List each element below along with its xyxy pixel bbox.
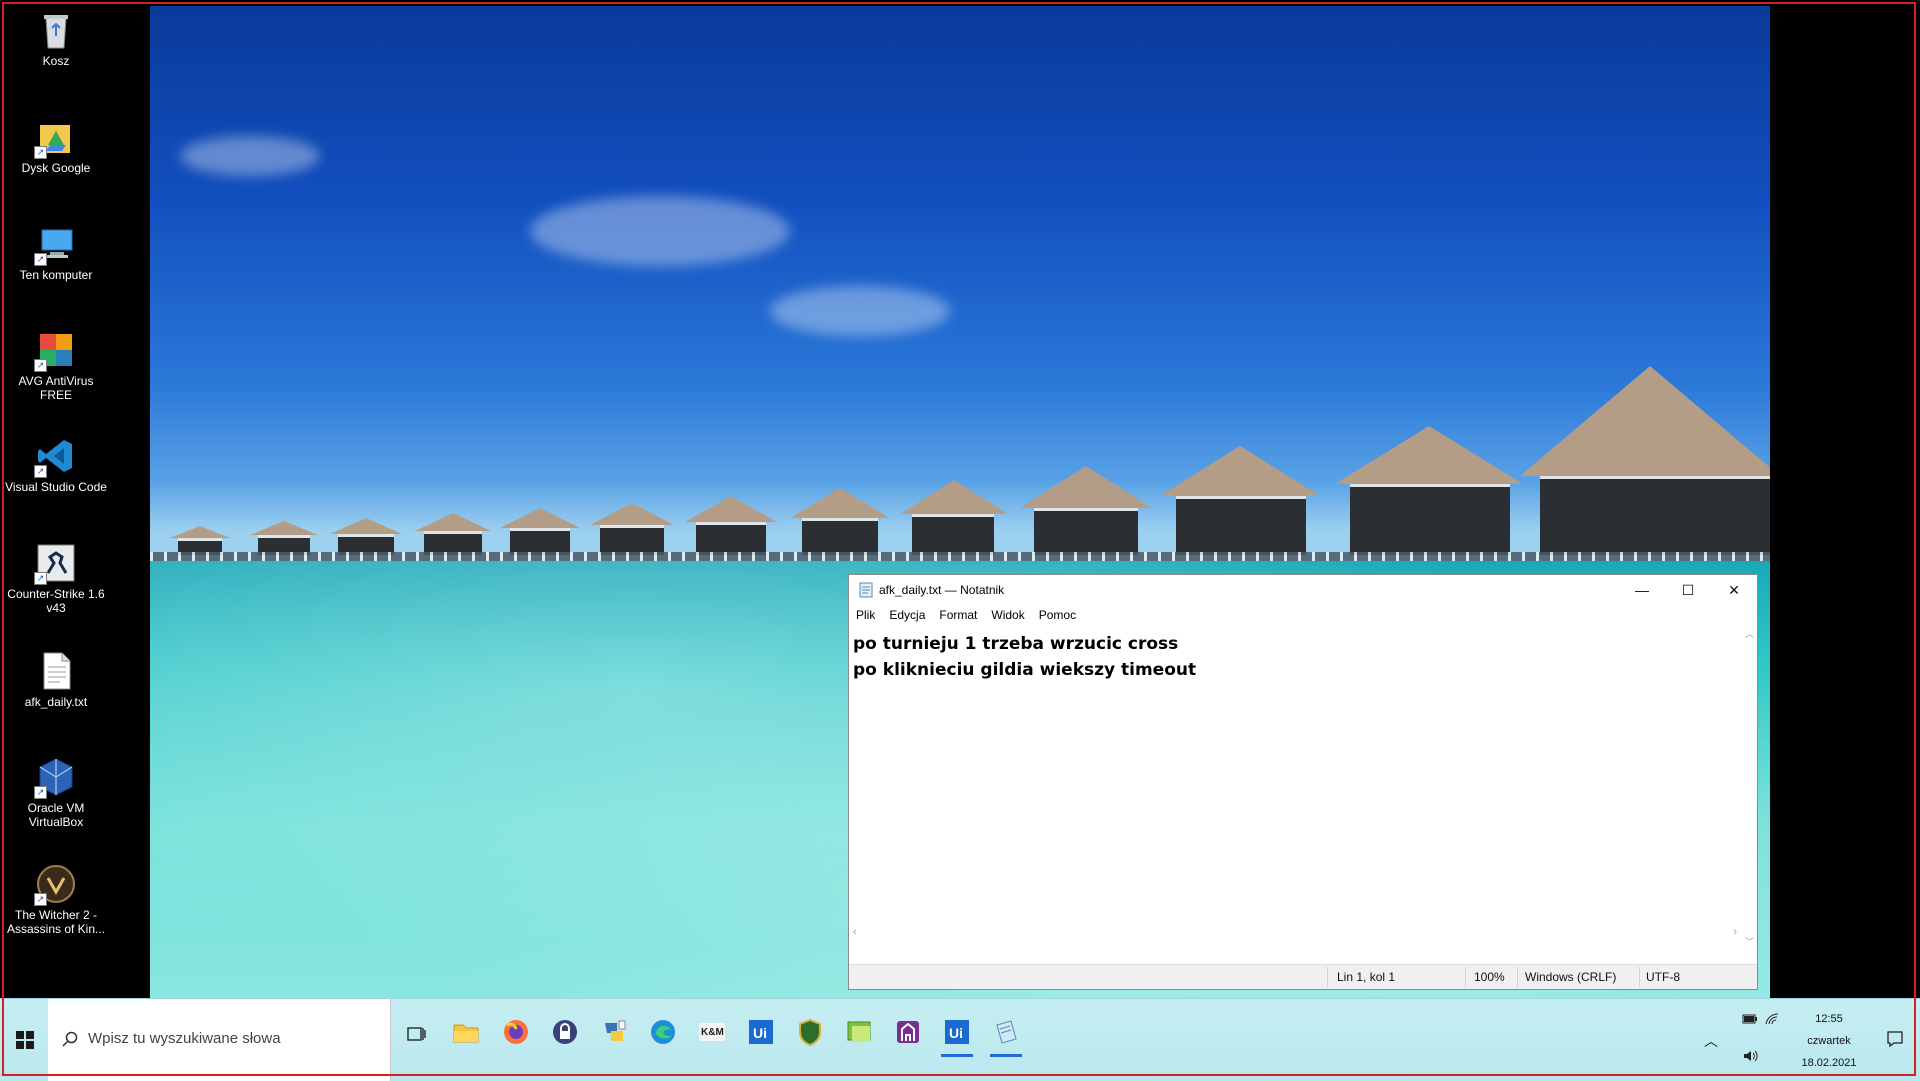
vscode-icon: ↗ — [34, 436, 76, 478]
search-box[interactable]: Wpisz tu wyszukiwane słowa — [48, 999, 391, 1081]
menu-file[interactable]: Plik — [849, 605, 882, 622]
menu-bar: Plik Edycja Format Widok Pomoc — [849, 605, 1757, 625]
taskbar-shield-game[interactable] — [792, 1017, 828, 1053]
desktop: Kosz ↗ Dysk Google ↗ Ten komputer ↗ AVG … — [0, 0, 1920, 1081]
encoding: UTF-8 — [1646, 970, 1680, 984]
edge-icon — [651, 1020, 675, 1044]
battery-icon[interactable] — [1742, 1013, 1758, 1025]
avg-antivirus-icon: ↗ — [34, 330, 76, 372]
text-line: po kliknieciu gildia wiekszy timeout — [853, 660, 1197, 680]
taskbar-edge[interactable] — [645, 1017, 681, 1053]
witcher-icon: ↗ — [34, 864, 76, 906]
menu-edit[interactable]: Edycja — [882, 605, 932, 622]
text-line: po turnieju 1 trzeba wrzucic cross — [853, 634, 1179, 654]
python-icon — [605, 1020, 626, 1041]
app-icon — [897, 1021, 919, 1043]
clock-day[interactable]: czwartek — [1794, 1035, 1864, 1047]
uipath-studio-icon: Ui — [945, 1020, 969, 1044]
taskbar-uipath[interactable]: Ui — [743, 1017, 779, 1053]
menu-help[interactable]: Pomoc — [1032, 605, 1083, 622]
desktop-icon-afk-daily[interactable]: afk_daily.txt — [4, 651, 108, 709]
counter-strike-icon: ↗ — [34, 543, 76, 585]
window-title: afk_daily.txt — Notatnik — [879, 583, 1005, 597]
desktop-icon-label: Kosz — [42, 54, 70, 68]
svg-text:Ui: Ui — [753, 1025, 767, 1041]
text-file-icon — [36, 651, 76, 691]
desktop-icon-label: afk_daily.txt — [24, 695, 88, 709]
text-editor[interactable]: po turnieju 1 trzeba wrzucic cross po kl… — [849, 625, 1741, 925]
line-ending: Windows (CRLF) — [1525, 970, 1617, 984]
wifi-icon[interactable] — [1764, 1012, 1780, 1026]
vertical-scrollbar[interactable]: ︿ ﹀ — [1741, 625, 1757, 950]
google-drive-icon: ↗ — [34, 117, 76, 159]
scroll-left-icon[interactable]: ‹ — [853, 926, 857, 938]
lock-app-icon — [553, 1020, 577, 1044]
desktop-icon-label: The Witcher 2 - Assassins of Kin... — [6, 908, 106, 936]
taskbar-kam[interactable]: K&M — [694, 1017, 730, 1053]
cursor-position: Lin 1, kol 1 — [1337, 970, 1396, 984]
virtualbox-icon: ↗ — [34, 757, 76, 799]
windows-logo-icon — [16, 1031, 34, 1049]
desktop-icon-label: Ten komputer — [19, 268, 93, 282]
title-bar[interactable]: afk_daily.txt — Notatnik — ☐ ✕ — [849, 575, 1757, 605]
taskbar: Wpisz tu wyszukiwane słowa K&M Ui Ui ︿ 1… — [0, 998, 1920, 1081]
kam-icon: K&M — [699, 1023, 725, 1041]
desktop-icon-google-drive[interactable]: ↗ Dysk Google — [4, 117, 108, 175]
recycle-bin-icon — [36, 10, 76, 50]
taskbar-notepad[interactable] — [988, 1017, 1024, 1057]
menu-format[interactable]: Format — [932, 605, 984, 622]
desktop-icon-avg[interactable]: ↗ AVG AntiVirus FREE — [4, 330, 108, 402]
desktop-icon-label: AVG AntiVirus FREE — [18, 374, 94, 402]
chevron-up-icon[interactable]: ︿ — [1704, 1031, 1718, 1051]
desktop-icon-label: Counter-Strike 1.6 v43 — [7, 587, 105, 615]
scroll-down-icon[interactable]: ﹀ — [1745, 935, 1754, 948]
taskbar-firefox[interactable] — [498, 1017, 534, 1053]
uipath-icon: Ui — [749, 1020, 773, 1044]
zoom-level: 100% — [1474, 970, 1505, 984]
desktop-icon-counter-strike[interactable]: ↗ Counter-Strike 1.6 v43 — [4, 543, 108, 615]
maximize-button[interactable]: ☐ — [1665, 575, 1711, 605]
system-tray: ︿ 12:55 czwartek 18.02.2021 — [1680, 999, 1920, 1081]
taskbar-lock-app[interactable] — [547, 1017, 583, 1053]
shield-game-icon — [799, 1018, 821, 1047]
firefox-icon — [504, 1020, 528, 1044]
task-view-icon — [407, 1027, 426, 1041]
search-icon — [62, 1031, 78, 1047]
desktop-icon-vscode[interactable]: ↗ Visual Studio Code — [4, 436, 108, 494]
taskbar-image-viewer[interactable] — [841, 1017, 877, 1053]
task-view-button[interactable] — [398, 1023, 434, 1059]
search-placeholder: Wpisz tu wyszukiwane słowa — [88, 1030, 281, 1047]
notepad-app-icon — [859, 582, 873, 603]
image-viewer-icon — [847, 1021, 871, 1042]
svg-text:Ui: Ui — [949, 1025, 963, 1041]
volume-icon[interactable] — [1742, 1049, 1758, 1063]
status-bar: Lin 1, kol 1 100% Windows (CRLF) UTF-8 — [849, 964, 1757, 989]
notepad-window[interactable]: afk_daily.txt — Notatnik — ☐ ✕ Plik Edycj… — [848, 574, 1758, 990]
desktop-icon-label: Dysk Google — [21, 161, 91, 175]
horizontal-scrollbar[interactable]: ‹ › — [849, 925, 1741, 941]
scroll-right-icon[interactable]: › — [1733, 926, 1737, 938]
start-button[interactable] — [6, 999, 48, 1081]
file-explorer-icon — [453, 1024, 479, 1043]
computer-icon: ↗ — [34, 224, 76, 266]
taskbar-app[interactable] — [890, 1017, 926, 1053]
close-button[interactable]: ✕ — [1711, 575, 1757, 605]
menu-view[interactable]: Widok — [984, 605, 1031, 622]
desktop-icon-recycle-bin[interactable]: Kosz — [4, 10, 108, 68]
clock-date[interactable]: 18.02.2021 — [1794, 1057, 1864, 1069]
taskbar-python[interactable] — [596, 1017, 632, 1053]
desktop-icon-virtualbox[interactable]: ↗ Oracle VM VirtualBox — [4, 757, 108, 829]
taskbar-uipath-studio[interactable]: Ui — [939, 1017, 975, 1057]
desktop-icon-label: Visual Studio Code — [5, 480, 107, 494]
desktop-icon-this-pc[interactable]: ↗ Ten komputer — [4, 224, 108, 282]
notepad-icon — [996, 1020, 1017, 1044]
clock-time[interactable]: 12:55 — [1794, 1013, 1864, 1025]
minimize-button[interactable]: — — [1619, 575, 1665, 605]
scroll-up-icon[interactable]: ︿ — [1745, 627, 1754, 640]
svg-text:K&M: K&M — [701, 1027, 724, 1038]
taskbar-file-explorer[interactable] — [448, 1017, 484, 1053]
desktop-icon-label: Oracle VM VirtualBox — [27, 801, 85, 829]
desktop-icon-witcher[interactable]: ↗ The Witcher 2 - Assassins of Kin... — [4, 864, 108, 936]
notifications-icon[interactable] — [1886, 1030, 1904, 1048]
